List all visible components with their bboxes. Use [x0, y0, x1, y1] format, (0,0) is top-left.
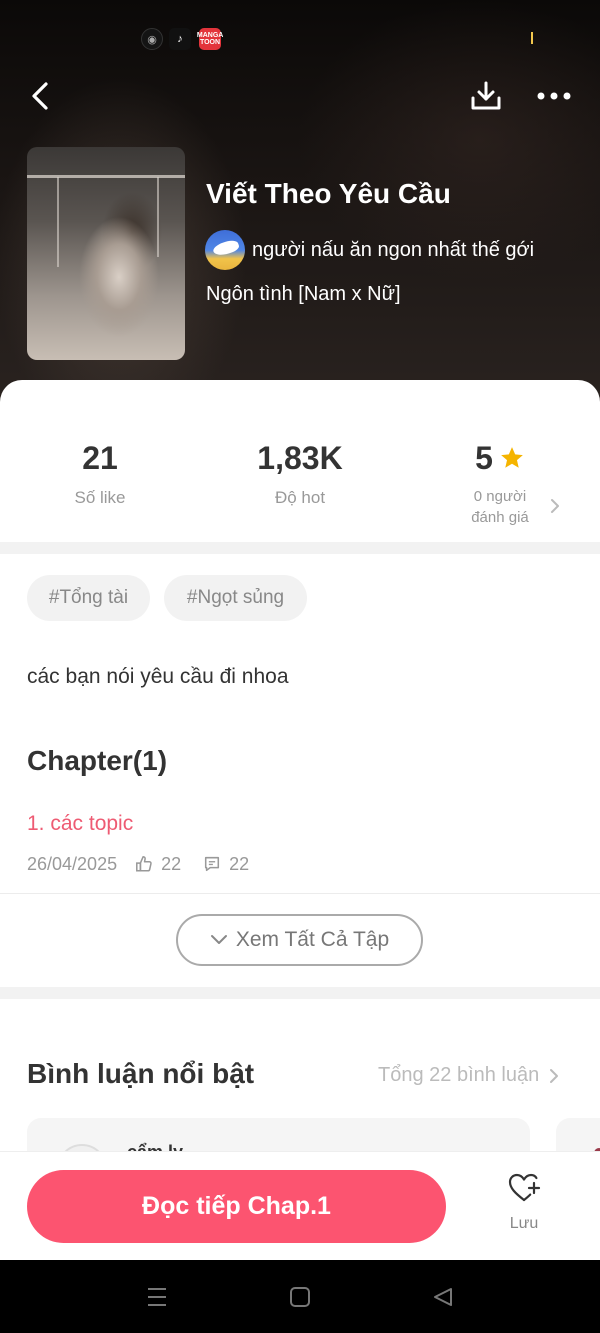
book-cover	[27, 147, 185, 360]
back-triangle-icon	[434, 1288, 452, 1306]
list-divider	[0, 893, 600, 894]
comments-total-label: Tổng 22 bình luận	[378, 1064, 540, 1086]
save-label: Lưu	[509, 1215, 539, 1232]
back-button[interactable]	[20, 76, 60, 116]
system-nav-bar	[0, 1260, 600, 1333]
stat-likes: 21 Số like	[0, 438, 200, 508]
author-row[interactable]: người nấu ăn ngon nhất thế gới	[205, 230, 534, 270]
likes-count: 21	[82, 440, 118, 476]
notification-icon: ◉	[141, 28, 163, 50]
stat-rating[interactable]: 5 0 người đánh giá	[400, 438, 600, 528]
download-icon	[471, 81, 501, 110]
heart-plus-icon	[508, 1173, 541, 1202]
continue-reading-button[interactable]: Đọc tiếp Chap.1	[27, 1170, 446, 1243]
recent-apps-button[interactable]	[142, 1282, 172, 1312]
book-title: Viết Theo Yêu Cầu	[206, 178, 451, 209]
comment-icon	[203, 855, 221, 873]
more-options-button[interactable]	[532, 76, 576, 116]
rating-value: 5	[475, 440, 493, 476]
battery-indicator	[531, 32, 533, 44]
hot-label: Độ hot	[274, 488, 326, 507]
chapter-date: 26/04/2025	[27, 853, 118, 874]
tag-ngot-sung[interactable]: #Ngọt sủng	[164, 575, 307, 621]
hot-count: 1,83K	[257, 440, 343, 476]
author-name[interactable]: người nấu ăn ngon nhất thế gới	[252, 239, 534, 262]
comments-heading: Bình luận nổi bật	[27, 1058, 255, 1089]
view-all-episodes-button[interactable]: Xem Tất Cả Tập	[176, 914, 423, 966]
tag-tong-tai[interactable]: #Tổng tài	[27, 575, 150, 621]
chapter-heading: Chapter(1)	[27, 745, 168, 776]
stat-hot: 1,83K Độ hot	[200, 438, 400, 508]
book-description: các bạn nói yêu cầu đi nhoa	[27, 665, 289, 688]
system-back-button[interactable]	[428, 1282, 458, 1312]
status-bar: ◉ ♪ MANGA TOON	[0, 22, 600, 56]
chevron-right-icon	[551, 499, 559, 513]
rating-count-label-2: đánh giá	[471, 509, 529, 526]
like-icon	[135, 855, 153, 873]
chapter-comments: 22	[229, 853, 250, 874]
tiktok-icon: ♪	[169, 28, 191, 50]
chevron-down-icon	[210, 935, 227, 944]
author-avatar[interactable]	[205, 230, 245, 270]
star-icon	[501, 447, 523, 468]
chevron-right-icon	[550, 1068, 559, 1083]
rating-count-label: 0 người	[473, 488, 527, 505]
comments-total-link[interactable]: Tổng 22 bình luận	[378, 1064, 559, 1087]
chapter-likes: 22	[161, 853, 182, 874]
section-divider	[0, 987, 600, 999]
home-square-icon	[290, 1287, 310, 1307]
likes-label: Số like	[74, 488, 126, 507]
manga-toon-icon: MANGA TOON	[197, 28, 223, 50]
home-button[interactable]	[285, 1282, 315, 1312]
chapter-item-title[interactable]: 1. các topic	[27, 812, 133, 836]
section-divider	[0, 542, 600, 554]
menu-icon	[148, 1288, 166, 1306]
more-dots-icon	[537, 92, 571, 100]
back-arrow-icon	[32, 82, 48, 110]
download-button[interactable]	[466, 76, 506, 116]
save-button[interactable]: Lưu	[484, 1172, 564, 1244]
chapter-item-meta: 26/04/2025 22 22	[27, 852, 249, 876]
book-genre: Ngôn tình [Nam x Nữ]	[206, 283, 401, 305]
view-all-label: Xem Tất Cả Tập	[235, 928, 390, 951]
